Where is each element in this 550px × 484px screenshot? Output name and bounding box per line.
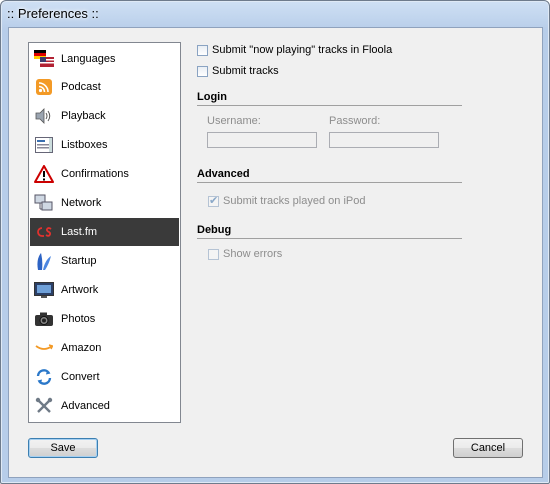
show-errors-option: Show errors <box>208 248 282 260</box>
warning-icon <box>34 164 54 184</box>
sidebar-item-label: Convert <box>61 371 100 383</box>
submit-tracks-checkbox[interactable] <box>197 65 208 77</box>
sidebar-item-startup[interactable]: Startup <box>30 247 179 275</box>
sidebar-item-label: Confirmations <box>61 168 129 180</box>
dialog-body: Languages Podcast Playback Listboxes Con… <box>8 27 543 478</box>
sidebar-item-label: Photos <box>61 313 96 325</box>
lastfm-settings-panel: Submit "now playing" tracks in Floola Su… <box>197 42 467 422</box>
save-button[interactable]: Save <box>28 438 98 458</box>
sidebar-item-label: Advanced <box>61 400 110 412</box>
startup-icon <box>34 251 54 271</box>
lastfm-icon <box>34 222 54 242</box>
username-label: Username: <box>207 115 261 127</box>
username-field[interactable] <box>207 132 317 148</box>
tools-icon <box>34 396 54 416</box>
sidebar-item-listboxes[interactable]: Listboxes <box>30 131 179 159</box>
debug-heading: Debug <box>197 224 462 239</box>
sidebar-item-podcast[interactable]: Podcast <box>30 73 179 101</box>
sidebar-item-label: Podcast <box>61 81 101 93</box>
speaker-icon <box>34 106 54 126</box>
now-playing-option: Submit "now playing" tracks in Floola <box>197 44 392 56</box>
now-playing-label: Submit "now playing" tracks in Floola <box>212 44 393 56</box>
sidebar-item-playback[interactable]: Playback <box>30 102 179 130</box>
cancel-button[interactable]: Cancel <box>453 438 523 458</box>
login-heading: Login <box>197 91 462 106</box>
sidebar-item-amazon[interactable]: Amazon <box>30 334 179 362</box>
rss-icon <box>34 77 54 97</box>
advanced-heading: Advanced <box>197 168 462 183</box>
sidebar-item-label: Amazon <box>61 342 102 354</box>
preferences-window: :: Preferences :: Languages Podcast Play… <box>0 0 550 484</box>
ipod-checkbox[interactable] <box>208 194 219 207</box>
artwork-icon <box>34 280 54 300</box>
now-playing-checkbox[interactable] <box>197 44 208 56</box>
sidebar-item-lastfm[interactable]: Last.fm <box>30 218 179 246</box>
amazon-icon <box>34 338 54 358</box>
convert-icon <box>34 367 54 387</box>
sidebar-item-languages[interactable]: Languages <box>30 45 179 73</box>
sidebar-item-convert[interactable]: Convert <box>30 363 179 391</box>
sidebar-item-label: Artwork <box>61 284 99 296</box>
sidebar-item-confirmations[interactable]: Confirmations <box>30 160 179 188</box>
title-bar[interactable]: :: Preferences :: <box>1 1 549 27</box>
network-icon <box>34 193 54 213</box>
sidebar-item-label: Startup <box>61 255 97 267</box>
ipod-label: Submit tracks played on iPod <box>223 195 366 207</box>
sidebar-item-photos[interactable]: Photos <box>30 305 179 333</box>
password-field[interactable] <box>329 132 439 148</box>
window-title: :: Preferences :: <box>7 6 99 21</box>
sidebar-item-artwork[interactable]: Artwork <box>30 276 179 304</box>
ipod-option: Submit tracks played on iPod <box>208 194 366 207</box>
submit-tracks-label: Submit tracks <box>212 65 279 77</box>
sidebar-item-label: Playback <box>61 110 106 122</box>
sidebar-item-label: Languages <box>61 53 116 65</box>
submit-tracks-option: Submit tracks <box>197 65 279 77</box>
password-label: Password: <box>329 115 381 127</box>
sidebar-item-network[interactable]: Network <box>30 189 179 217</box>
sidebar-item-advanced[interactable]: Advanced <box>30 392 179 420</box>
show-errors-label: Show errors <box>223 248 283 260</box>
sidebar-item-label: Network <box>61 197 102 209</box>
sidebar-item-label: Listboxes <box>61 139 108 151</box>
category-list: Languages Podcast Playback Listboxes Con… <box>28 42 181 423</box>
flags-icon <box>34 49 54 69</box>
sidebar-item-label: Last.fm <box>61 226 98 238</box>
camera-icon <box>34 309 54 329</box>
show-errors-checkbox[interactable] <box>208 248 219 260</box>
listbox-icon <box>34 135 54 155</box>
